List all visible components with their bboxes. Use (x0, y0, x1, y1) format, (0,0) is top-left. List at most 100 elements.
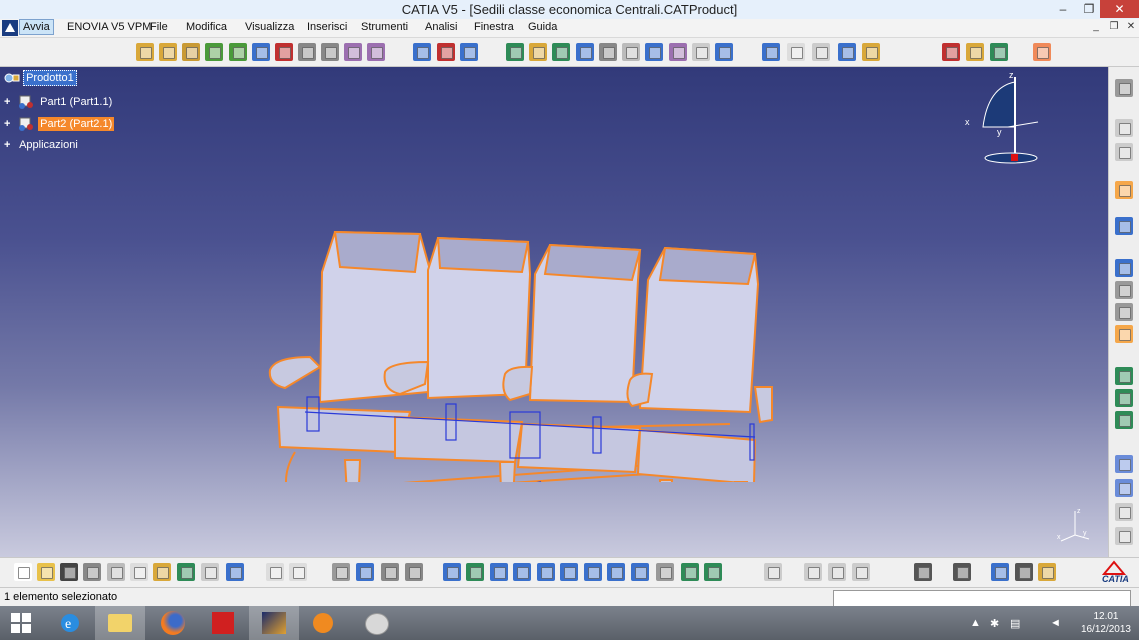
layers-icon[interactable] (1115, 503, 1133, 521)
taskbar-clock[interactable]: 12.01 16/12/2013 (1081, 610, 1131, 636)
paste-icon[interactable] (153, 563, 171, 581)
sectioning-icon[interactable] (862, 43, 880, 61)
apply-material-icon[interactable] (942, 43, 960, 61)
menu-finestra[interactable]: Finestra (474, 21, 514, 33)
menu-visualizza[interactable]: Visualizza (245, 21, 294, 33)
publish-icon[interactable] (1115, 325, 1133, 343)
menu-inserisci[interactable]: Inserisci (307, 21, 347, 33)
fix-component-icon[interactable] (599, 43, 617, 61)
new-part-icon[interactable] (182, 43, 200, 61)
bottle-icon[interactable] (1038, 563, 1056, 581)
tree-label-part2[interactable]: Part2 (Part2.1) (38, 116, 115, 131)
file-explorer-icon[interactable] (95, 606, 145, 640)
angle-constraint-icon[interactable] (576, 43, 594, 61)
select-arrow-icon[interactable] (1115, 181, 1133, 199)
catia-app-icon[interactable] (249, 606, 299, 640)
catia-menu-icon[interactable] (2, 20, 18, 36)
measure-between-icon[interactable] (762, 43, 780, 61)
flexible-subassembly-icon[interactable] (669, 43, 687, 61)
expand-plus-icon[interactable]: + (4, 118, 14, 130)
new-document-icon[interactable] (14, 563, 32, 581)
clash-tool-icon[interactable] (1015, 563, 1033, 581)
annotation-text-icon[interactable] (787, 43, 805, 61)
menu-file[interactable]: File (150, 21, 168, 33)
paint-icon[interactable] (351, 606, 401, 640)
menu-analisi[interactable]: Analisi (425, 21, 457, 33)
menu-enovia[interactable]: ENOVIA V5 VPM (67, 21, 151, 33)
update-icon[interactable] (764, 563, 782, 581)
minimize-button[interactable]: – (1050, 0, 1076, 18)
bluetooth-icon[interactable]: ✱ (990, 617, 999, 630)
reuse-pattern-icon[interactable] (715, 43, 733, 61)
ungroup-icon[interactable] (1115, 411, 1133, 429)
copy-icon[interactable] (130, 563, 148, 581)
scenes-icon[interactable] (953, 563, 971, 581)
mdi-close-button[interactable]: ✕ (1124, 20, 1138, 34)
fit-all-icon[interactable] (466, 563, 484, 581)
menu-avvia[interactable]: Avvia (19, 19, 54, 35)
coincidence-constraint-icon[interactable] (506, 43, 524, 61)
constraint-tool-icon[interactable] (804, 563, 822, 581)
redo-icon[interactable] (201, 563, 219, 581)
whats-this-icon[interactable] (226, 563, 244, 581)
hide-show-icon[interactable] (1115, 479, 1133, 497)
normal-view-icon[interactable] (584, 563, 602, 581)
expand-plus-icon[interactable]: + (4, 96, 14, 108)
menu-guida[interactable]: Guida (528, 21, 557, 33)
copy-format-icon[interactable] (1115, 119, 1133, 137)
viewport-3d[interactable]: Prodotto1 + Part1 (Part1.1) + Part2 (Par… (0, 67, 1108, 557)
network-icon[interactable]: ▤ (1010, 617, 1020, 630)
replace-component-icon[interactable] (229, 43, 247, 61)
print-icon[interactable] (83, 563, 101, 581)
menu-strumenti[interactable]: Strumenti (361, 21, 408, 33)
offset-constraint-icon[interactable] (552, 43, 570, 61)
scene-icon[interactable] (966, 43, 984, 61)
fly-mode-icon[interactable] (443, 563, 461, 581)
catalog-icon[interactable] (1115, 367, 1133, 385)
plane-icon[interactable] (1115, 217, 1133, 235)
snap-icon[interactable] (460, 43, 478, 61)
hide-show-toggle-icon[interactable] (681, 563, 699, 581)
command-input[interactable] (833, 590, 1131, 607)
swap-space-icon[interactable] (704, 563, 722, 581)
mdi-restore-button[interactable]: ❐ (1107, 20, 1121, 34)
start-button[interactable] (0, 606, 42, 640)
macro-icon[interactable] (381, 563, 399, 581)
group-icon[interactable] (1115, 389, 1133, 407)
undo-icon[interactable] (177, 563, 195, 581)
contact-constraint-icon[interactable] (529, 43, 547, 61)
line-icon[interactable] (1115, 303, 1133, 321)
tree-node-prodotto1[interactable]: Prodotto1 (4, 69, 77, 86)
knowledge-icon[interactable] (356, 563, 374, 581)
shading-icon[interactable] (656, 563, 674, 581)
expand-plus-icon[interactable]: + (4, 139, 14, 151)
multi-instantiation-icon[interactable] (344, 43, 362, 61)
fix-together-icon[interactable] (622, 43, 640, 61)
zoom-in-icon[interactable] (537, 563, 555, 581)
open-folder-icon[interactable] (37, 563, 55, 581)
save-icon[interactable] (60, 563, 78, 581)
point-icon[interactable] (1115, 281, 1133, 299)
formula-icon[interactable] (266, 563, 284, 581)
fast-multi-instantiation-icon[interactable] (367, 43, 385, 61)
quick-constraint-icon[interactable] (645, 43, 663, 61)
pan-icon[interactable] (490, 563, 508, 581)
properties-icon[interactable] (1115, 527, 1133, 545)
catalog-browser-icon[interactable] (990, 43, 1008, 61)
cut-icon[interactable] (107, 563, 125, 581)
mdi-minimize-button[interactable]: _ (1089, 20, 1103, 34)
iso-view-icon[interactable] (631, 563, 649, 581)
explode-icon[interactable] (413, 43, 431, 61)
axis-system-icon[interactable] (1115, 259, 1133, 277)
comment-icon[interactable] (289, 563, 307, 581)
rotate-icon[interactable] (513, 563, 531, 581)
view-mode-icon[interactable] (1115, 455, 1133, 473)
graph-tree-reorder-icon[interactable] (252, 43, 270, 61)
zoom-out-icon[interactable] (560, 563, 578, 581)
change-constraint-icon[interactable] (692, 43, 710, 61)
internet-explorer-icon[interactable]: e (45, 606, 95, 640)
clash-analysis-icon[interactable] (838, 43, 856, 61)
seat-row-model[interactable] (260, 162, 790, 482)
show-hidden-icons-icon[interactable]: ▲ (970, 617, 981, 629)
close-button[interactable]: ✕ (1100, 0, 1139, 18)
